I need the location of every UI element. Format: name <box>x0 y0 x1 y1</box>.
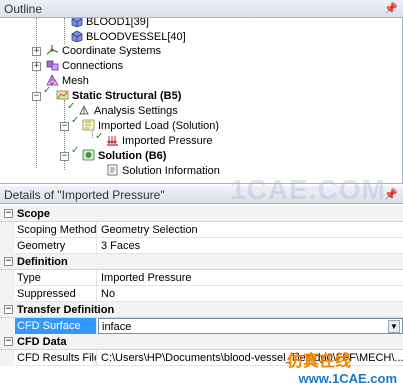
checkmark-icon: ✓ <box>71 145 80 156</box>
solution-icon <box>82 149 95 161</box>
static-structural-icon <box>56 89 69 101</box>
coordinate-axes-icon <box>46 44 59 56</box>
watermark: 1CAE.COM <box>230 174 386 205</box>
tree-item-blood1[interactable]: BLOOD1[39] <box>70 18 149 30</box>
body-icon <box>70 30 83 43</box>
tree-item-analysis-settings[interactable]: Analysis Settings <box>78 104 178 119</box>
details-grid: − Scope Scoping Method Geometry Selectio… <box>0 206 403 366</box>
solution-information-icon <box>106 164 119 176</box>
property-row-suppressed[interactable]: Suppressed No <box>0 286 403 302</box>
collapse-toggle[interactable]: − <box>60 122 69 131</box>
collapse-toggle[interactable]: − <box>32 92 41 101</box>
expand-toggle[interactable]: + <box>32 47 41 56</box>
tree-item-coordinate-systems[interactable]: Coordinate Systems <box>46 44 161 59</box>
property-row-geometry[interactable]: Geometry 3 Faces <box>0 238 403 254</box>
tree-item-solution-information[interactable]: Solution Information <box>106 164 220 179</box>
checkmark-icon: ✓ <box>71 115 80 126</box>
watermark-site: www.1CAE.com <box>298 371 397 386</box>
collapse-toggle[interactable]: − <box>4 209 13 218</box>
tree-item-imported-pressure[interactable]: Imported Pressure <box>106 134 213 149</box>
outline-title-bar: Outline 📌 <box>0 0 403 18</box>
tree-line <box>64 18 65 44</box>
section-definition[interactable]: − Definition <box>0 254 403 270</box>
section-scope[interactable]: − Scope <box>0 206 403 222</box>
tree-item-mesh[interactable]: Mesh <box>46 74 89 89</box>
outline-title: Outline <box>4 2 43 16</box>
collapse-toggle[interactable]: − <box>4 305 13 314</box>
property-row-cfd-surface[interactable]: CFD Surface inface ▼ <box>0 318 403 334</box>
body-icon <box>70 18 83 28</box>
collapse-toggle[interactable]: − <box>4 257 13 266</box>
property-row-type[interactable]: Type Imported Pressure <box>0 270 403 286</box>
pin-icon[interactable]: 📌 <box>384 0 398 18</box>
checkmark-icon: ✓ <box>67 101 76 112</box>
section-transfer-definition[interactable]: − Transfer Definition <box>0 302 403 318</box>
connections-icon <box>46 59 59 71</box>
tree-item-solution[interactable]: Solution (B6) <box>82 149 166 164</box>
checkmark-icon: ✓ <box>43 85 52 96</box>
imported-pressure-icon <box>106 134 119 146</box>
details-title: Details of "Imported Pressure" <box>4 188 165 202</box>
tree-item-bloodvessel[interactable]: BLOODVESSEL[40] <box>70 30 186 45</box>
expand-toggle[interactable]: + <box>32 62 41 71</box>
outline-tree: BLOOD1[39] BLOODVESSEL[40] + Coordinate … <box>0 18 403 183</box>
collapse-toggle[interactable]: − <box>4 337 13 346</box>
cfd-surface-dropdown[interactable]: inface ▼ <box>98 318 403 334</box>
imported-load-icon <box>82 119 95 131</box>
watermark-cn: 仿真在线 <box>286 353 351 370</box>
collapse-toggle[interactable]: − <box>60 152 69 161</box>
pin-icon[interactable]: 📌 <box>384 186 398 204</box>
checkmark-icon: ✓ <box>95 131 104 142</box>
analysis-settings-icon <box>78 104 91 116</box>
tree-item-connections[interactable]: Connections <box>46 59 123 74</box>
property-row-scoping-method[interactable]: Scoping Method Geometry Selection <box>0 222 403 238</box>
chevron-down-icon[interactable]: ▼ <box>388 320 400 333</box>
